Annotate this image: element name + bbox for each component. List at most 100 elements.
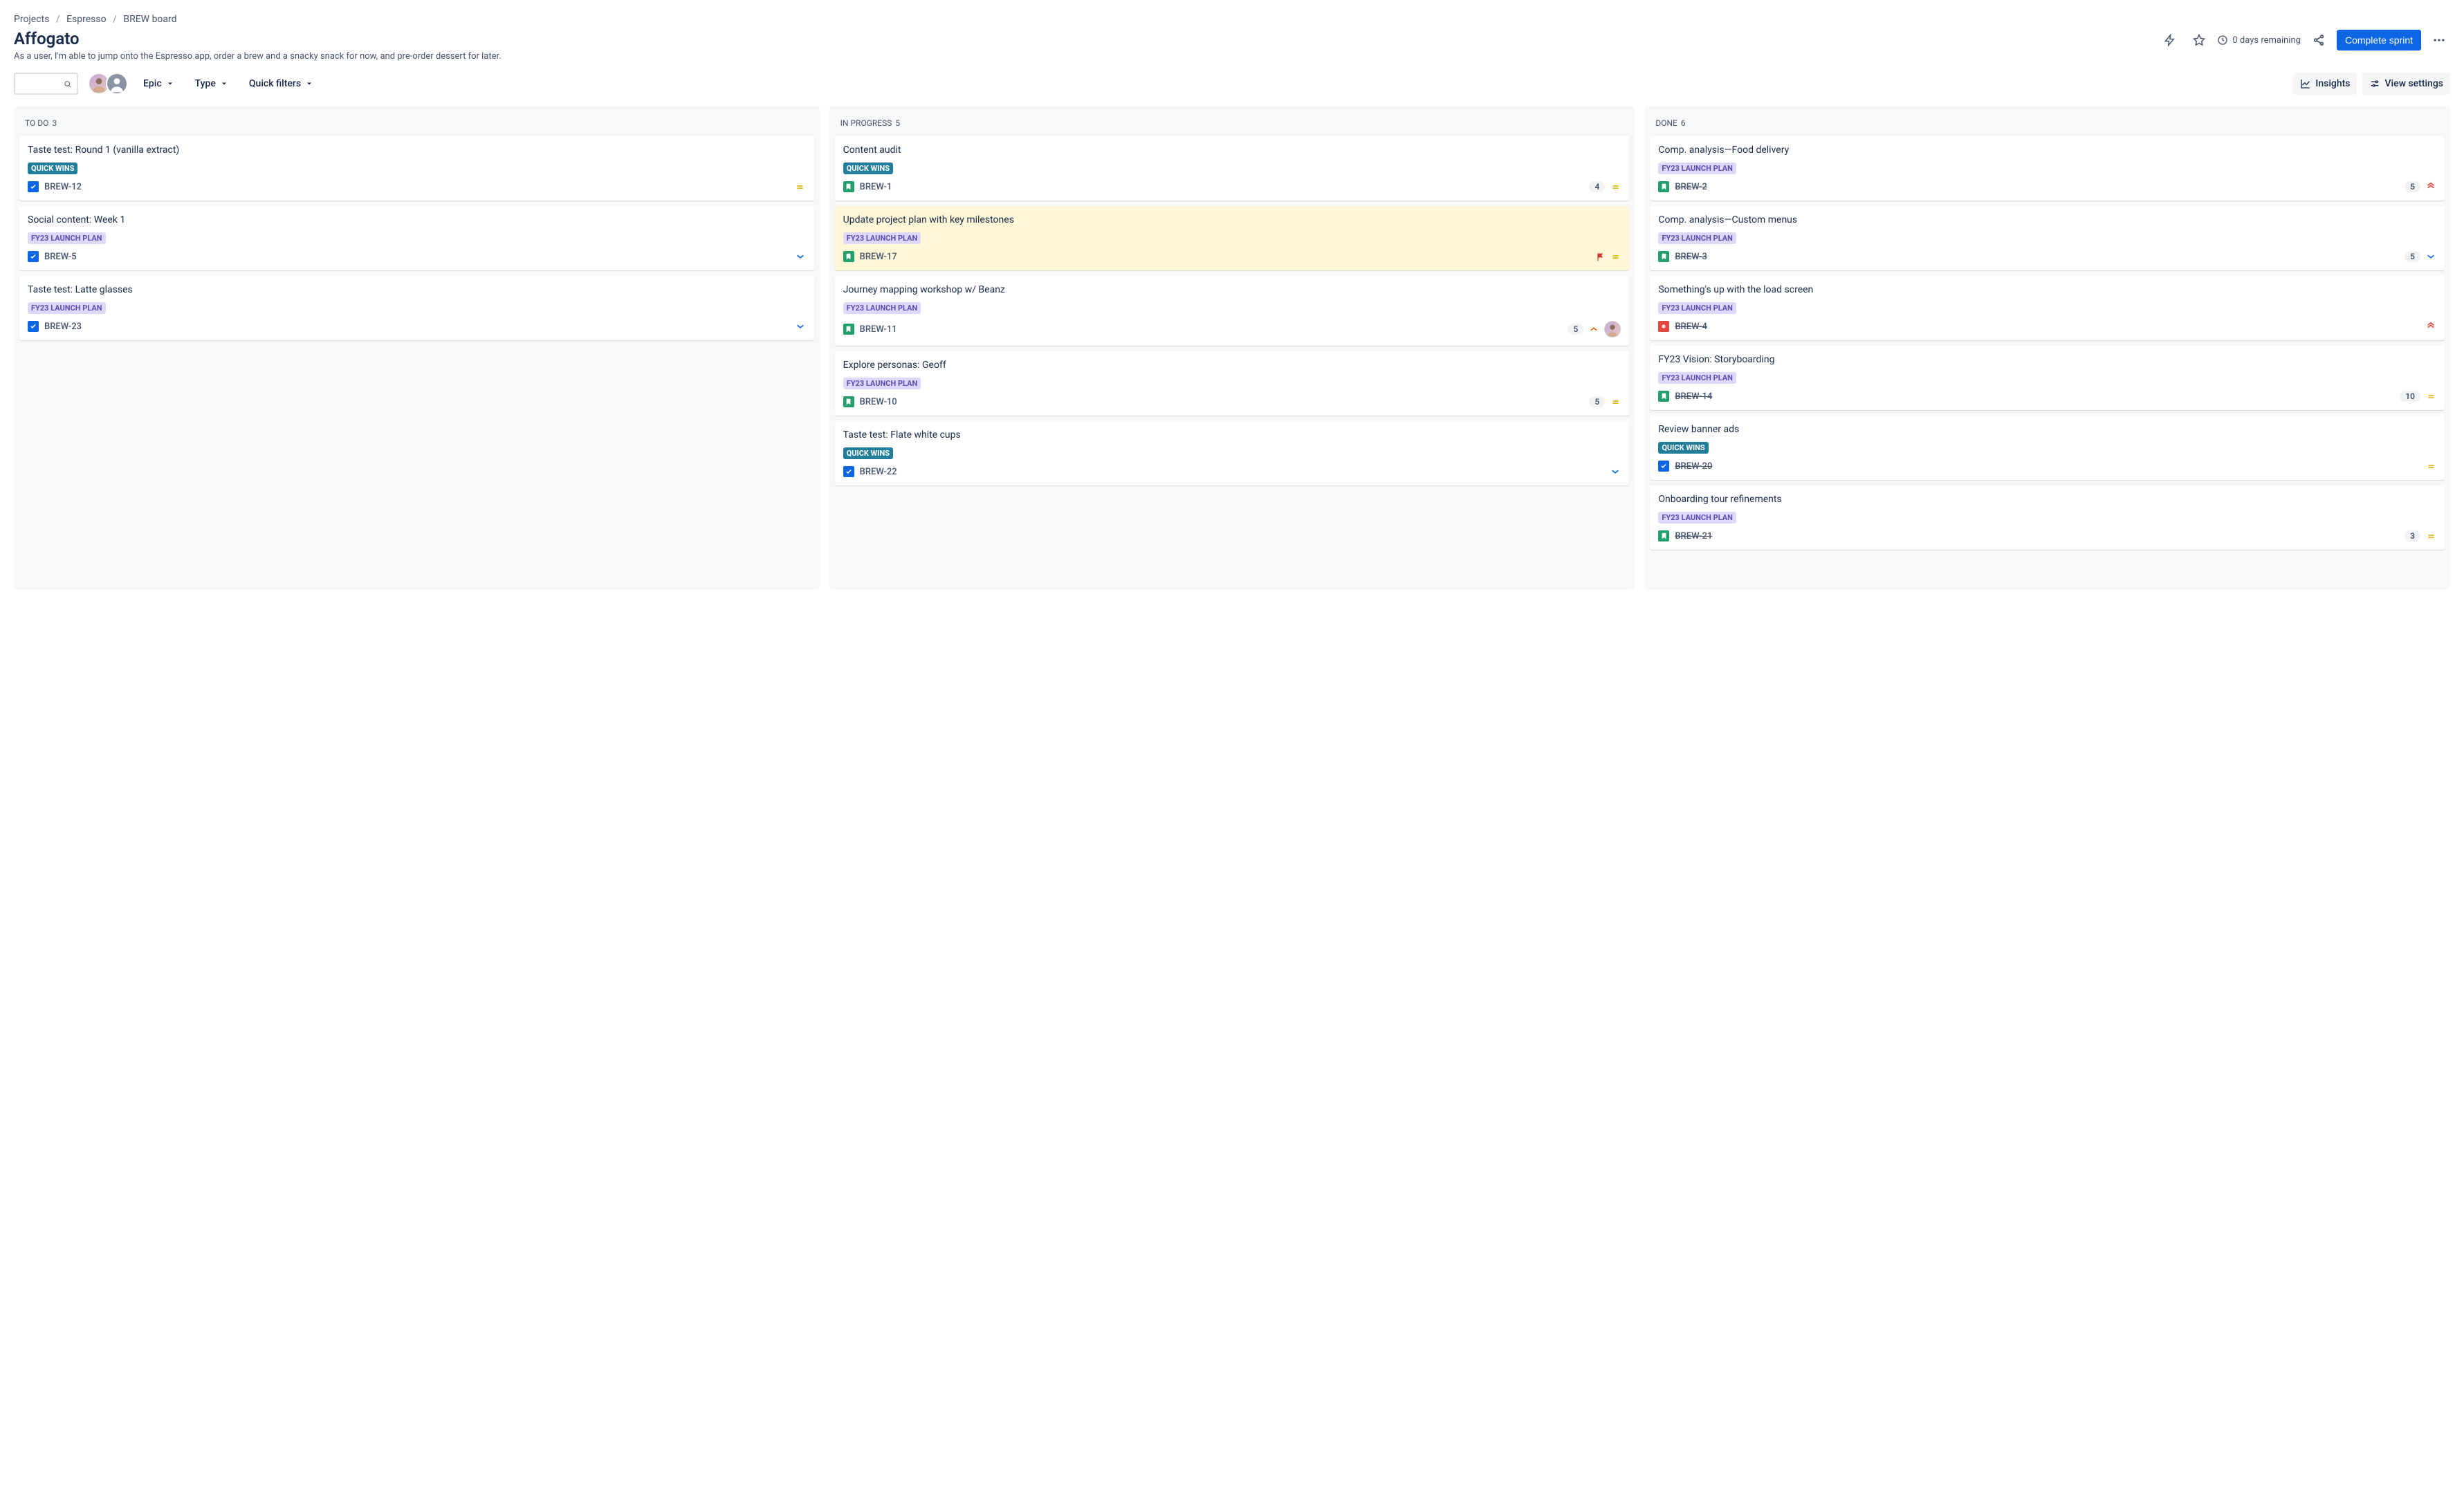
- issue-key[interactable]: BREW-10: [860, 397, 897, 407]
- chevron-down-icon: [220, 80, 228, 88]
- epic-label[interactable]: FY23 LAUNCH PLAN: [843, 232, 921, 244]
- epic-label[interactable]: FY23 LAUNCH PLAN: [1658, 372, 1736, 384]
- complete-sprint-button[interactable]: Complete sprint: [2337, 30, 2421, 50]
- issue-key[interactable]: BREW-1: [860, 182, 892, 192]
- breadcrumb-sep: /: [56, 14, 60, 25]
- priority-medium-icon: [2425, 461, 2436, 472]
- header-actions: 0 days remaining Complete sprint: [2159, 29, 2450, 51]
- issue-key[interactable]: BREW-4: [1675, 322, 1707, 332]
- type-filter[interactable]: Type: [190, 74, 234, 93]
- card[interactable]: Taste test: Latte glasses FY23 LAUNCH PLA…: [19, 276, 814, 340]
- column-in-progress: In Progress 5 Content audit QUICK WINS BRE…: [829, 106, 1635, 590]
- card[interactable]: Taste test: Flate white cupsQUICK WINSBR…: [835, 421, 1630, 485]
- card-title: Comp. analysis—Food delivery: [1658, 145, 2436, 156]
- issue-key[interactable]: BREW-22: [860, 467, 897, 477]
- epic-label[interactable]: QUICK WINS: [843, 163, 893, 174]
- card[interactable]: Explore personas: GeoffFY23 LAUNCH PLANB…: [835, 351, 1630, 416]
- issue-key[interactable]: BREW-5: [44, 252, 77, 262]
- breadcrumb-project[interactable]: Espresso: [66, 14, 107, 25]
- story-points: 10: [2400, 391, 2420, 402]
- insights-button[interactable]: Insights: [2293, 73, 2357, 95]
- issue-key[interactable]: BREW-11: [860, 324, 897, 335]
- card[interactable]: Update project plan with key milestones F…: [835, 206, 1630, 270]
- flag-icon: [1596, 252, 1605, 261]
- card-title: Comp. analysis—Custom menus: [1658, 214, 2436, 225]
- story-icon: [843, 181, 854, 192]
- avatar-unassigned[interactable]: [106, 73, 128, 95]
- issue-key[interactable]: BREW-20: [1675, 461, 1712, 472]
- epic-label[interactable]: QUICK WINS: [1658, 442, 1708, 454]
- epic-label[interactable]: QUICK WINS: [28, 163, 77, 174]
- card-title: Journey mapping workshop w/ Beanz: [843, 284, 1621, 295]
- card-title: Social content: Week 1: [28, 214, 806, 225]
- column-name: To Do: [25, 118, 48, 128]
- card[interactable]: Onboarding tour refinementsFY23 LAUNCH P…: [1650, 485, 2445, 550]
- column-done: Done 6 Comp. analysis—Food deliveryFY23 …: [1644, 106, 2450, 590]
- card[interactable]: FY23 Vision: StoryboardingFY23 LAUNCH PL…: [1650, 346, 2445, 410]
- issue-key[interactable]: BREW-17: [860, 252, 897, 262]
- task-icon: [28, 251, 39, 262]
- column-count: 3: [52, 118, 57, 128]
- share-icon[interactable]: [2308, 29, 2330, 51]
- star-icon[interactable]: [2188, 29, 2210, 51]
- breadcrumb-projects[interactable]: Projects: [14, 14, 49, 25]
- epic-label[interactable]: FY23 LAUNCH PLAN: [1658, 163, 1736, 174]
- issue-key[interactable]: BREW-12: [44, 182, 82, 192]
- view-settings-button[interactable]: View settings: [2362, 73, 2450, 95]
- issue-key[interactable]: BREW-3: [1675, 252, 1707, 262]
- card[interactable]: Social content: Week 1 FY23 LAUNCH PLAN BR…: [19, 206, 814, 270]
- automation-icon[interactable]: [2159, 29, 2181, 51]
- priority-low-icon: [1610, 466, 1621, 477]
- time-remaining: 0 days remaining: [2217, 35, 2301, 46]
- epic-label[interactable]: FY23 LAUNCH PLAN: [1658, 302, 1736, 314]
- card-title: Content audit: [843, 145, 1621, 156]
- issue-key[interactable]: BREW-23: [44, 322, 82, 332]
- type-filter-label: Type: [195, 78, 216, 89]
- card-title: Something's up with the load screen: [1658, 284, 2436, 295]
- priority-low-icon: [2425, 251, 2436, 262]
- card[interactable]: Something's up with the load screen FY23 …: [1650, 276, 2445, 340]
- breadcrumb-sep: /: [113, 14, 117, 25]
- column-count: 5: [895, 118, 900, 128]
- card-title: Update project plan with key milestones: [843, 214, 1621, 225]
- priority-highest-icon: [2425, 181, 2436, 192]
- story-icon: [1658, 251, 1669, 262]
- quick-filters[interactable]: Quick filters: [243, 74, 319, 93]
- card[interactable]: Content auditQUICK WINSBREW-14: [835, 136, 1630, 201]
- epic-label[interactable]: FY23 LAUNCH PLAN: [28, 232, 106, 244]
- card[interactable]: Journey mapping workshop w/ Beanz FY23 LA…: [835, 276, 1630, 346]
- issue-key[interactable]: BREW-2: [1675, 182, 1707, 192]
- priority-medium-icon: [2425, 391, 2436, 402]
- issue-key[interactable]: BREW-14: [1675, 391, 1712, 402]
- epic-label[interactable]: QUICK WINS: [843, 447, 893, 459]
- epic-label[interactable]: FY23 LAUNCH PLAN: [843, 302, 921, 314]
- more-icon[interactable]: [2428, 29, 2450, 51]
- epic-filter-label: Epic: [143, 78, 162, 89]
- card-title: Review banner ads: [1658, 424, 2436, 435]
- priority-low-icon: [795, 251, 806, 262]
- priority-low-icon: [795, 321, 806, 332]
- card[interactable]: Review banner ads QUICK WINS BREW-20: [1650, 416, 2445, 480]
- task-icon: [843, 466, 854, 477]
- column-name: In Progress: [840, 118, 892, 128]
- story-icon: [1658, 530, 1669, 541]
- breadcrumb-board[interactable]: BREW board: [123, 14, 176, 25]
- card-title: Taste test: Latte glasses: [28, 284, 806, 295]
- card[interactable]: Comp. analysis—Food delivery FY23 LAUNCH …: [1650, 136, 2445, 201]
- card[interactable]: Comp. analysis—Custom menus FY23 LAUNCH P…: [1650, 206, 2445, 270]
- bug-icon: [1658, 321, 1669, 332]
- card[interactable]: Taste test: Round 1 (vanilla extract)QUI…: [19, 136, 814, 201]
- epic-label[interactable]: FY23 LAUNCH PLAN: [1658, 512, 1736, 523]
- task-icon: [28, 181, 39, 192]
- search-box[interactable]: [14, 73, 78, 95]
- assignee-avatar[interactable]: [1604, 321, 1621, 337]
- search-icon: [64, 79, 71, 89]
- board: To Do 3 Taste test: Round 1 (vanilla ext…: [14, 106, 2450, 590]
- epic-label[interactable]: FY23 LAUNCH PLAN: [28, 302, 106, 314]
- epic-filter[interactable]: Epic: [138, 74, 180, 93]
- story-icon: [1658, 181, 1669, 192]
- issue-key[interactable]: BREW-21: [1675, 531, 1712, 541]
- epic-label[interactable]: FY23 LAUNCH PLAN: [843, 378, 921, 389]
- search-input[interactable]: [21, 78, 59, 89]
- epic-label[interactable]: FY23 LAUNCH PLAN: [1658, 232, 1736, 244]
